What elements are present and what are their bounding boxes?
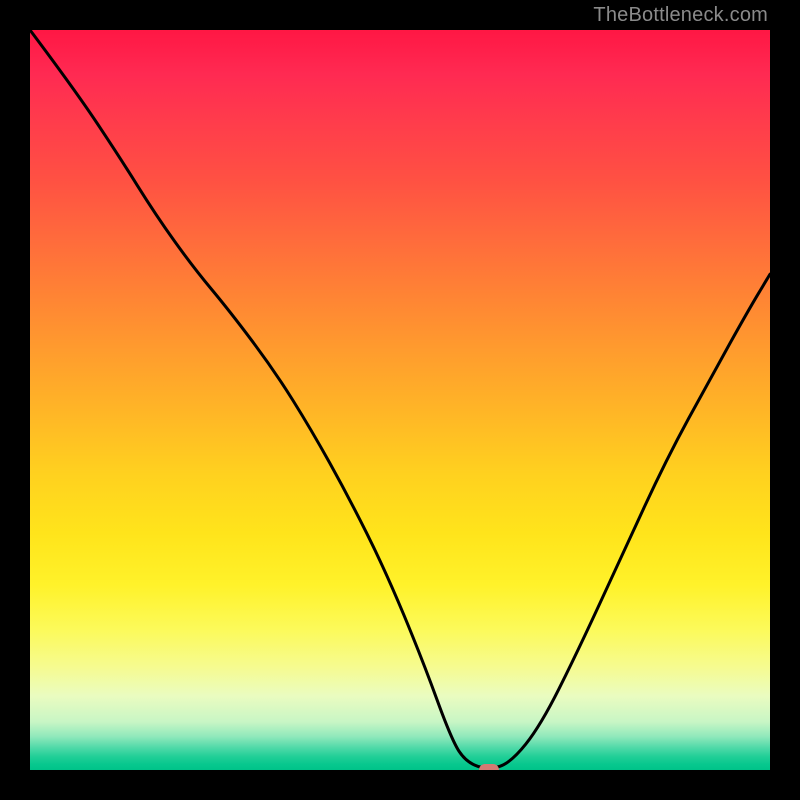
bottleneck-curve xyxy=(30,30,770,768)
curve-layer xyxy=(30,30,770,770)
optimal-marker xyxy=(479,764,499,770)
chart-frame: TheBottleneck.com xyxy=(0,0,800,800)
watermark-text: TheBottleneck.com xyxy=(593,4,768,27)
plot-area xyxy=(30,30,770,770)
